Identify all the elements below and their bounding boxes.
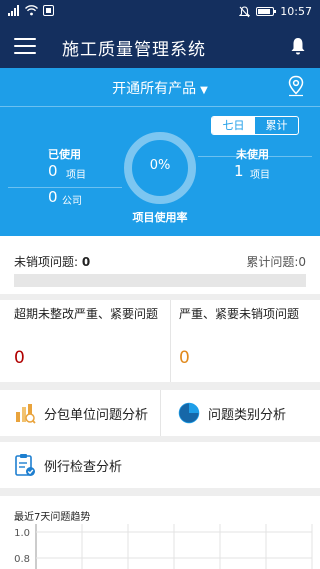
location-pin-icon[interactable] [286, 75, 306, 97]
tab-seven-days[interactable]: 七日 [212, 117, 255, 134]
unclosed-issues-label: 未销项问题: [14, 255, 79, 269]
usage-rate-value: 0% [149, 158, 171, 173]
chevron-down-icon: ▼ [200, 85, 208, 96]
used-projects-value: 0 [48, 162, 58, 180]
used-divider [8, 187, 122, 188]
overdue-severe-block[interactable]: 超期未整改严重、紧要问题 0 [0, 300, 170, 382]
unused-divider [198, 156, 312, 157]
trend-chart: 1.0 0.8 [14, 524, 313, 569]
product-selector[interactable]: 开通所有产品 ▼ [0, 78, 320, 98]
unused-projects-unit: 项目 [250, 170, 270, 181]
issues-card: 未销项问题: 0 累计问题:0 [0, 236, 320, 294]
used-companies-unit: 公司 [62, 196, 82, 207]
routine-check-analysis-button[interactable]: 例行检查分析 [14, 442, 122, 488]
usage-rate-label: 项目使用率 [132, 211, 188, 224]
status-bar-right: 10:57 [239, 5, 312, 18]
header-divider [0, 106, 320, 107]
severe-issues-card: 超期未整改严重、紧要问题 0 严重、紧要未销项问题 0 [0, 300, 320, 382]
analysis-actions: 分包单位问题分析 问题类别分析 [0, 390, 320, 436]
cumulative-issues: 累计问题:0 [246, 255, 306, 269]
product-selector-label: 开通所有产品 [112, 81, 197, 97]
tab-cumulative[interactable]: 累计 [255, 117, 298, 134]
notification-icon [43, 5, 54, 16]
subcontractor-analysis-label: 分包单位问题分析 [44, 407, 149, 423]
app-bar: 施工质量管理系统 [0, 24, 320, 68]
unclosed-issues-value: 0 [81, 255, 91, 269]
status-time: 10:57 [280, 5, 312, 18]
trend-card: 最近7天问题趋势 1.0 0.8 [0, 496, 320, 569]
used-label: 已使用 [48, 148, 81, 161]
battery-icon [256, 7, 277, 16]
status-bar: 10:57 [0, 0, 320, 24]
unused-projects-value: 1 [234, 162, 244, 180]
routine-check-card: 例行检查分析 [0, 442, 320, 488]
y-tick-label: 1.0 [14, 528, 30, 539]
app-title: 施工质量管理系统 [62, 40, 206, 60]
unclosed-severe-value: 0 [179, 348, 190, 368]
menu-icon[interactable] [14, 38, 36, 54]
overdue-severe-value: 0 [14, 348, 25, 368]
unclosed-severe-label: 严重、紧要未销项问题 [179, 307, 300, 321]
routine-check-analysis-label: 例行检查分析 [44, 459, 123, 475]
bar-chart-icon [16, 404, 36, 424]
status-bar-left [8, 5, 54, 16]
unused-label: 未使用 [236, 148, 269, 161]
unclosed-issues: 未销项问题: 0 [14, 253, 90, 270]
usage-panel: 开通所有产品 ▼ 七日 累计 已使用 0 项目 0 公司 0% 项目使用率 未使用… [0, 68, 320, 236]
period-toggle: 七日 累计 [211, 116, 299, 135]
category-analysis-label: 问题类别分析 [208, 407, 287, 423]
wifi-icon [25, 5, 38, 16]
pie-chart-icon [178, 402, 200, 424]
signal-icon [8, 5, 19, 16]
subcontractor-analysis-button[interactable]: 分包单位问题分析 [14, 390, 148, 436]
overdue-severe-label: 超期未整改严重、紧要问题 [14, 307, 159, 321]
used-companies-value: 0 [48, 188, 58, 206]
y-tick-label: 0.8 [14, 554, 30, 565]
bell-icon[interactable] [288, 36, 308, 56]
unclosed-severe-block[interactable]: 严重、紧要未销项问题 0 [171, 300, 320, 382]
clipboard-check-icon [15, 454, 35, 476]
mute-icon [239, 5, 251, 17]
actions-divider [160, 390, 161, 436]
category-analysis-button[interactable]: 问题类别分析 [178, 390, 286, 436]
used-projects-unit: 项目 [66, 170, 86, 181]
issues-progress-bar [14, 274, 306, 287]
